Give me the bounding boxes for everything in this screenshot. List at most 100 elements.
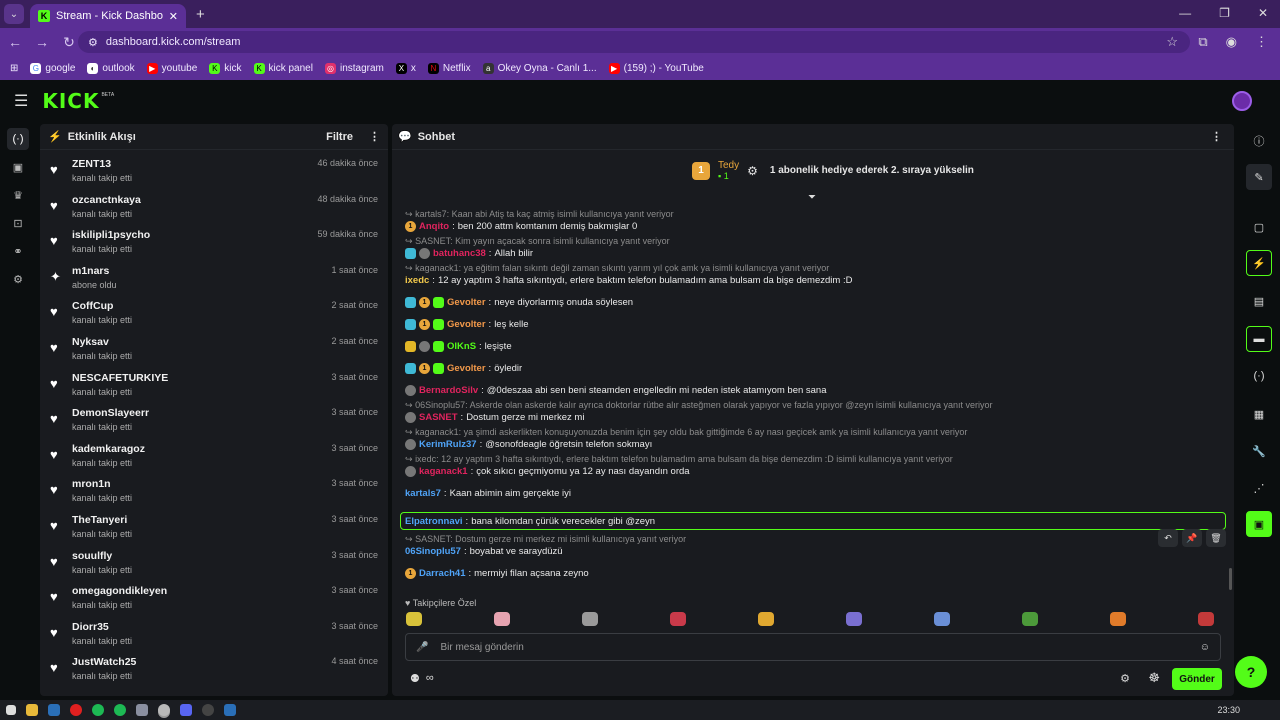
chat-message[interactable]: batuhanc38: Allah bilir (405, 246, 1226, 260)
pin-message-icon[interactable]: 📌 (1182, 529, 1202, 547)
activity-item[interactable]: ♥ ZENT13 kanalı takip etti 46 dakika önce (40, 154, 388, 190)
activity-item[interactable]: ♥ mron1n kanalı takip etti 3 saat önce (40, 474, 388, 510)
chat-message[interactable]: kaganack1: çok sıkıcı geçmiyomu ya 12 ay … (405, 464, 1226, 478)
emote-icon[interactable] (758, 612, 774, 626)
spotify-icon[interactable] (114, 704, 126, 716)
extensions-icon[interactable]: ⧉ (1198, 34, 1207, 50)
chat-message[interactable]: 1 Darrach41: mermiyi filan açsana zeyno (405, 566, 1226, 580)
chat-username[interactable]: Gevolter (447, 297, 486, 308)
chat-message[interactable]: BernardoSilv: @0deszaa abi sen beni steam… (405, 383, 1226, 397)
activity-item[interactable]: ♥ TheTanyeri kanalı takip etti 3 saat önce (40, 510, 388, 546)
activity-item[interactable]: ♥ iskilipli1psycho kanalı takip etti 59 dak… (40, 225, 388, 261)
bookmark-instagram[interactable]: ◎ instagram (324, 62, 384, 74)
activity-item[interactable]: ✦ m1nars abone oldu 1 saat önce (40, 261, 388, 297)
activity-item[interactable]: ♥ kademkaragoz kanalı takip etti 3 saat önc… (40, 439, 388, 475)
layers-icon[interactable]: ▦ (1246, 401, 1272, 427)
chat-message[interactable]: 1 Gevolter: öyledir (405, 361, 1226, 375)
site-info-icon[interactable]: ⚙ (88, 36, 98, 49)
chat-message[interactable]: 1 Anqito: ben 200 attm komtanım demiş bakm… (405, 219, 1226, 233)
chat-username[interactable]: ixedc (405, 275, 429, 286)
stream-broadcast-icon[interactable]: (·) (7, 128, 29, 150)
activity-item[interactable]: ♥ DemonSlayeerr kanalı takip etti 3 saat ön… (40, 403, 388, 439)
bookmark-youtube-2[interactable]: ▶ (159) ;) - YouTube (608, 62, 704, 74)
emote-icon[interactable] (582, 612, 598, 626)
collapse-pinned-icon[interactable]: ⏷ (808, 192, 816, 203)
chat-username[interactable]: SASNET (419, 412, 458, 423)
chat-options-icon[interactable]: ⋮ (1211, 130, 1222, 143)
restore-icon[interactable]: ❐ (1219, 6, 1230, 20)
chat-username[interactable]: batuhanc38 (433, 248, 486, 259)
activity-item[interactable]: ♥ souulfly kanalı takip etti 3 saat önce (40, 546, 388, 582)
wrench-icon[interactable]: 🔧 (1246, 438, 1272, 464)
chat-message[interactable]: ixedc:12 ay yaptım 3 hafta sıkıntıydı, e… (405, 273, 1226, 287)
activity-item[interactable]: ♥ Nyksav kanalı takip etti 2 saat önce (40, 332, 388, 368)
chrome-active-icon[interactable] (158, 704, 170, 716)
clapperboard-icon[interactable]: ▣ (1246, 511, 1272, 537)
minimize-icon[interactable]: — (1179, 6, 1191, 20)
browser-tab-active[interactable]: K Stream - Kick Dashboard ✕ (30, 4, 186, 28)
steam-icon[interactable] (48, 704, 60, 716)
taskbar-clock[interactable]: 23:30 (1217, 705, 1240, 715)
bookmark-x[interactable]: Xx (395, 62, 416, 74)
activity-item[interactable]: ♥ CoffCup kanalı takip etti 2 saat önce (40, 296, 388, 332)
chat-input[interactable]: 🎤 Bir mesaj gönderin ☺ (405, 633, 1221, 661)
steam-2-icon[interactable] (224, 704, 236, 716)
help-chat-icon[interactable]: ? (1235, 656, 1267, 688)
bot-icon[interactable]: ☸ (1148, 670, 1160, 686)
browser-menu-icon[interactable]: ⋮ (1255, 34, 1268, 50)
chat-toggle-icon[interactable]: ▬ (1246, 326, 1272, 352)
bookmark-kick[interactable]: Kkick (209, 62, 242, 74)
chat-message[interactable]: 06Sinoplu57: boyabat ve saraydüzü (405, 544, 1226, 558)
chat-username[interactable]: KerimRulz37 (419, 439, 477, 450)
chat-username[interactable]: Elpatronnavi (405, 516, 463, 527)
emoji-picker-icon[interactable]: ☺ (1200, 642, 1210, 653)
reply-context[interactable]: ↪ kaganack1: ya şimdi askerlikten konuşu… (405, 427, 1226, 437)
chat-username[interactable]: Gevolter (447, 363, 486, 374)
bookmark-youtube[interactable]: ▶ youtube (146, 62, 197, 74)
bookmark-star-icon[interactable]: ☆ (1166, 34, 1178, 50)
info-icon[interactable]: ⓘ (1246, 128, 1272, 154)
settings-gear-icon[interactable]: ⚙ (7, 268, 29, 290)
emote-icon[interactable] (670, 612, 686, 626)
quick-actions-icon[interactable]: ⚡ (1246, 250, 1272, 276)
emote-icon[interactable] (406, 612, 422, 626)
reply-context[interactable]: ↪ SASNET: Dostum gerze mi merkez mi isim… (405, 534, 1226, 544)
bookmark-outlook[interactable]: ◐ outlook (87, 62, 135, 74)
reply-context[interactable]: ↪ 06Sinoplu57: Askerde olan askerde kalı… (405, 400, 1226, 410)
kick-logo[interactable]: KICK (42, 89, 99, 113)
chat-message[interactable]: KerimRulz37: @sonofdeagle öğretsin telefo… (405, 437, 1226, 451)
chat-username[interactable]: kartals7 (405, 488, 441, 499)
trophy-icon[interactable]: ♛ (7, 184, 29, 206)
emote-icon[interactable] (1022, 612, 1038, 626)
kick-points-icon[interactable]: ⚉ (410, 672, 420, 685)
mic-icon[interactable]: 🎤 (416, 642, 428, 653)
reply-context[interactable]: ↪ kartals7: Kaan abi Atiş ta kaç atmiş i… (405, 209, 1226, 219)
chat-username[interactable]: Darrach41 (419, 568, 465, 579)
address-bar[interactable]: ⚙ dashboard.kick.com/stream ☆ (78, 31, 1190, 53)
screenshot-icon[interactable]: ▢ (1246, 214, 1272, 240)
user-avatar[interactable] (1232, 91, 1252, 111)
chat-message[interactable]: kartals7: Kaan abimin aim gerçekte iyi (405, 486, 1226, 500)
document-icon[interactable]: ▤ (1246, 288, 1272, 314)
forward-icon[interactable]: → (30, 34, 54, 50)
apps-grid-icon[interactable]: ⊞ (10, 63, 18, 74)
emote-icon[interactable] (1198, 612, 1214, 626)
chat-message[interactable]: 1 Gevolter: leş kelle (405, 317, 1226, 331)
library-icon[interactable]: ▣ (7, 156, 29, 178)
chat-message[interactable]: 1 Gevolter: neye diyorlarmış onuda söylese… (405, 295, 1226, 309)
activity-item[interactable]: ♥ omegagondikleyen kanalı takip etti 3 saat… (40, 581, 388, 617)
broadcast-icon[interactable]: (·) (1246, 363, 1272, 389)
chat-username[interactable]: 06Sinoplu57 (405, 546, 461, 557)
bookmark-google[interactable]: Ggoogle (30, 62, 75, 74)
chrome-icon[interactable] (92, 704, 104, 716)
chat-username[interactable]: BernardoSilv (419, 385, 478, 396)
reply-icon[interactable]: ↶ (1158, 529, 1178, 547)
users-icon[interactable]: ⚭ (7, 240, 29, 262)
gift-leaderboard[interactable]: 1 Tedy ▪ 1 ⚙ 1 abonelik hediye ederek 2.… (692, 160, 974, 181)
emote-icon[interactable] (494, 612, 510, 626)
emote-icon[interactable] (846, 612, 862, 626)
opera-icon[interactable] (70, 704, 82, 716)
back-icon[interactable]: ← (3, 34, 27, 50)
github-icon[interactable] (202, 704, 214, 716)
tab-search-icon[interactable]: ⌄ (4, 4, 24, 24)
